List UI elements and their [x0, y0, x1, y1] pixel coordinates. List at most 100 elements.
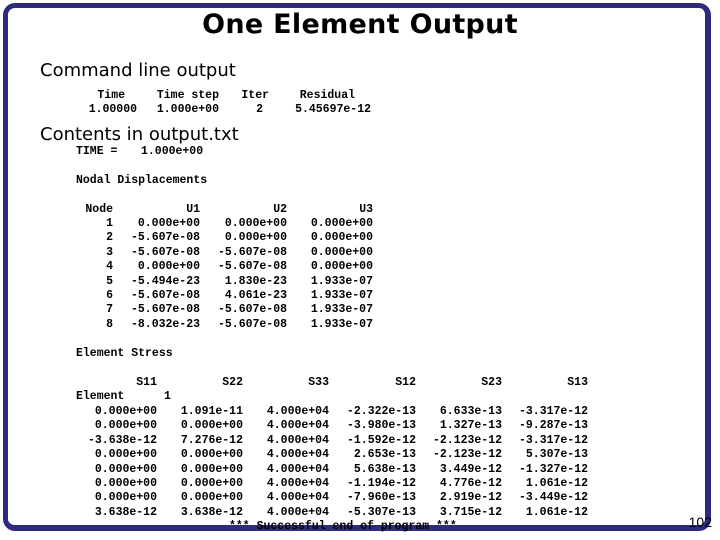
nodal-cell: 0.000e+00	[310, 231, 373, 245]
nodal-cell: 4	[106, 260, 113, 274]
stress-cell: -5.307e-13	[346, 505, 416, 519]
stress-cell: -1.194e-12	[346, 477, 416, 490]
stress-cell: 3.449e-12	[439, 462, 502, 476]
nodal-cell: 4.061e-23	[224, 289, 287, 302]
element-id: 1	[164, 390, 171, 403]
time-label: TIME =	[76, 145, 118, 158]
stress-cell: -3.317e-12	[518, 433, 588, 447]
stress-header: S12	[395, 376, 416, 389]
stress-cell: 0.000e+00	[180, 419, 243, 433]
nodal-cell: 2	[106, 231, 113, 245]
stress-cell: -3.980e-13	[346, 419, 416, 433]
stress-cell: -3.317e-12	[518, 405, 588, 418]
nodal-header: U1	[186, 203, 200, 216]
stress-cell: 0.000e+00	[180, 491, 243, 505]
nodal-cell: 1.933e-07	[310, 317, 373, 331]
stress-cell: 1.061e-12	[525, 505, 588, 519]
stress-cell: 2.919e-12	[439, 491, 502, 505]
stress-header: S11	[136, 376, 157, 389]
stress-cell: 0.000e+00	[94, 491, 157, 505]
stress-cell: -2.322e-13	[346, 405, 416, 418]
stress-cell: 3.715e-12	[439, 505, 502, 519]
nodal-cell: 0.000e+00	[310, 217, 373, 230]
stress-cell: 4.000e+04	[266, 448, 329, 462]
command-line-header: Time	[97, 89, 125, 102]
stress-cell: 4.000e+04	[266, 505, 329, 519]
stress-cell: -2.123e-12	[432, 433, 502, 447]
stress-cell: -3.638e-12	[87, 433, 157, 447]
nodal-cell: -5.607e-08	[130, 231, 200, 245]
stress-cell: -9.287e-13	[518, 419, 588, 433]
nodal-cell: 1	[106, 217, 113, 230]
stress-cell: 3.638e-12	[180, 505, 243, 519]
nodal-cell: -5.607e-08	[217, 260, 287, 274]
nodal-cell: 1.933e-07	[310, 289, 373, 302]
stress-cell: 1.091e-11	[180, 405, 243, 418]
stress-cell: 0.000e+00	[94, 405, 157, 418]
nodal-cell: -5.607e-08	[130, 303, 200, 317]
nodal-cell: 1.933e-07	[310, 274, 373, 288]
nodal-cell: 0.000e+00	[137, 260, 200, 274]
command-line-header: Iter	[241, 89, 269, 102]
stress-cell: 5.307e-13	[525, 448, 588, 462]
stress-cell: 1.327e-13	[439, 419, 502, 433]
nodal-header: U2	[273, 203, 287, 216]
nodal-cell: 7	[106, 303, 113, 317]
stress-cell: -1.592e-12	[346, 433, 416, 447]
stress-cell: 4.000e+04	[266, 419, 329, 433]
stress-cell: -1.327e-12	[518, 462, 588, 476]
stress-cell: -7.960e-13	[346, 491, 416, 505]
output-file-heading: Contents in output.txt	[40, 124, 239, 145]
stress-cell: 4.776e-12	[439, 477, 502, 490]
nodal-cell: -5.494e-23	[130, 274, 200, 288]
element-stress-title: Element Stress	[76, 347, 173, 360]
stress-cell: 4.000e+04	[266, 433, 329, 447]
nodal-cell: 1.933e-07	[310, 303, 373, 317]
nodal-cell: 8	[106, 317, 113, 331]
stress-cell: 4.000e+04	[266, 462, 329, 476]
nodal-cell: 0.000e+00	[137, 217, 200, 230]
stress-cell: 6.633e-13	[439, 405, 502, 418]
stress-cell: 0.000e+00	[94, 419, 157, 433]
stress-cell: 7.276e-12	[180, 433, 243, 447]
stress-cell: 0.000e+00	[94, 477, 157, 490]
stress-cell: 0.000e+00	[180, 462, 243, 476]
stress-cell: 0.000e+00	[180, 448, 243, 462]
nodal-cell: -5.607e-08	[217, 317, 287, 331]
nodal-cell: 0.000e+00	[310, 245, 373, 259]
stress-cell: 4.000e+04	[266, 477, 329, 490]
success-message: *** Successful end of program ***	[229, 520, 457, 533]
slide-title: One Element Output	[202, 9, 518, 40]
stress-header: S13	[567, 376, 588, 389]
nodal-header: Node	[85, 203, 113, 216]
stress-cell: 2.653e-13	[353, 448, 416, 462]
nodal-cell: 0.000e+00	[224, 217, 287, 230]
nodal-cell: -5.607e-08	[217, 245, 287, 259]
stress-cell: 5.638e-13	[353, 462, 416, 476]
nodal-cell: 0.000e+00	[224, 231, 287, 245]
command-line-value: 5.45697e-12	[295, 103, 371, 116]
nodal-cell: 3	[106, 245, 113, 259]
stress-cell: -3.449e-12	[518, 491, 588, 505]
nodal-displacements-title: Nodal Displacements	[76, 174, 208, 187]
time-value: 1.000e+00	[141, 145, 204, 158]
nodal-cell: -5.607e-08	[130, 245, 200, 259]
command-line-heading: Command line output	[40, 60, 236, 81]
nodal-header: U3	[359, 203, 373, 216]
stress-header: S22	[222, 376, 243, 389]
stress-cell: 0.000e+00	[94, 462, 157, 476]
command-line-header: Residual	[299, 89, 355, 102]
element-label: Element	[76, 390, 125, 403]
nodal-cell: -5.607e-08	[130, 289, 200, 302]
nodal-cell: 1.830e-23	[224, 274, 287, 288]
stress-cell: 4.000e+04	[266, 491, 329, 505]
stress-header: S33	[308, 376, 329, 389]
nodal-cell: -5.607e-08	[217, 303, 287, 317]
nodal-cell: 5	[106, 274, 113, 288]
nodal-cell: -8.032e-23	[130, 317, 200, 331]
stress-header: S23	[481, 376, 502, 389]
stress-cell: 0.000e+00	[180, 477, 243, 490]
stress-cell: 4.000e+04	[266, 405, 329, 418]
stress-cell: 0.000e+00	[94, 448, 157, 462]
slide-number: 102	[688, 514, 712, 530]
